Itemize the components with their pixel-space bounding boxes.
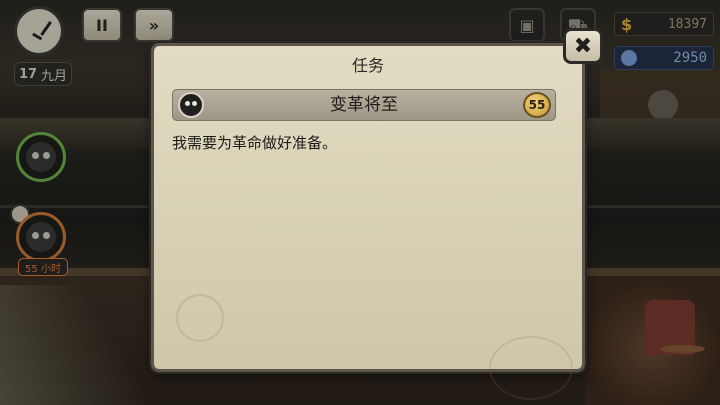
close-button[interactable]: ✖: [563, 28, 603, 64]
mission-name: 变革将至: [330, 95, 398, 115]
dialog-title: 任务: [351, 56, 384, 75]
mission-header[interactable]: 变革将至 55: [172, 89, 556, 121]
mission-dialog: 任务 变革将至 55 我需要为革命做好准备。: [151, 43, 585, 400]
watermark-emblem: [176, 294, 224, 342]
watermark-gear: [489, 336, 573, 400]
reward-coin: 55: [523, 92, 551, 118]
close-icon: ✖: [573, 33, 593, 59]
mission-description: 我需要为革命做好准备。: [172, 134, 338, 152]
